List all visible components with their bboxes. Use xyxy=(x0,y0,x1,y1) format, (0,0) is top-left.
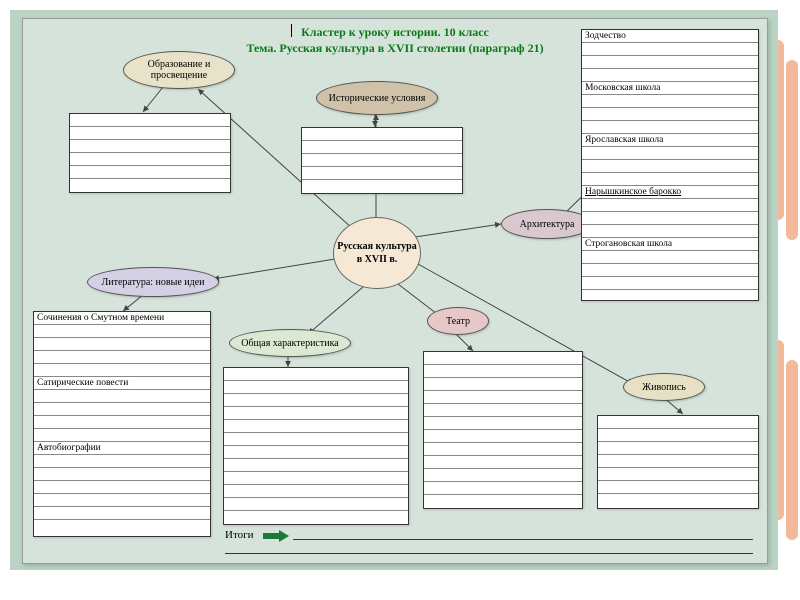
footer-line-1 xyxy=(293,539,753,540)
footer-arrow-icon xyxy=(263,529,289,543)
node-architecture: Архитектура xyxy=(501,209,593,239)
footer-label: Итоги xyxy=(225,529,254,541)
lit-header-3: Автобиографии xyxy=(34,442,210,455)
box-literature: Сочинения о Смутном времени Сатирические… xyxy=(33,311,211,537)
node-painting: Живопись xyxy=(623,373,705,401)
node-conditions: Исторические условия xyxy=(316,81,438,115)
box-conditions xyxy=(301,127,463,194)
footer-line-2 xyxy=(225,553,753,554)
central-node: Русская культура в XVII в. xyxy=(333,217,421,289)
arch-header-2: Московская школа xyxy=(582,82,758,95)
box-general xyxy=(223,367,409,525)
node-education: Образование и просвещение xyxy=(123,51,235,89)
node-literature: Литература: новые идеи xyxy=(87,267,219,297)
box-education xyxy=(69,113,231,193)
lit-header-1: Сочинения о Смутном времени xyxy=(34,312,210,325)
arch-header-3: Ярославская школа xyxy=(582,134,758,147)
node-theatre: Театр xyxy=(427,307,489,335)
cluster-sheet: Кластер к уроку истории. 10 класс Тема. … xyxy=(22,18,768,564)
box-theatre xyxy=(423,351,583,509)
lit-header-2: Сатирические повести xyxy=(34,377,210,390)
node-general: Общая характеристика xyxy=(229,329,351,357)
box-painting xyxy=(597,415,759,509)
arch-header-1: Зодчество xyxy=(582,30,758,43)
arch-header-5: Строгановская школа xyxy=(582,238,758,251)
arch-header-4: Нарышкинское барокко xyxy=(582,186,758,199)
box-architecture: Зодчество Московская школа Ярославская ш… xyxy=(581,29,759,301)
